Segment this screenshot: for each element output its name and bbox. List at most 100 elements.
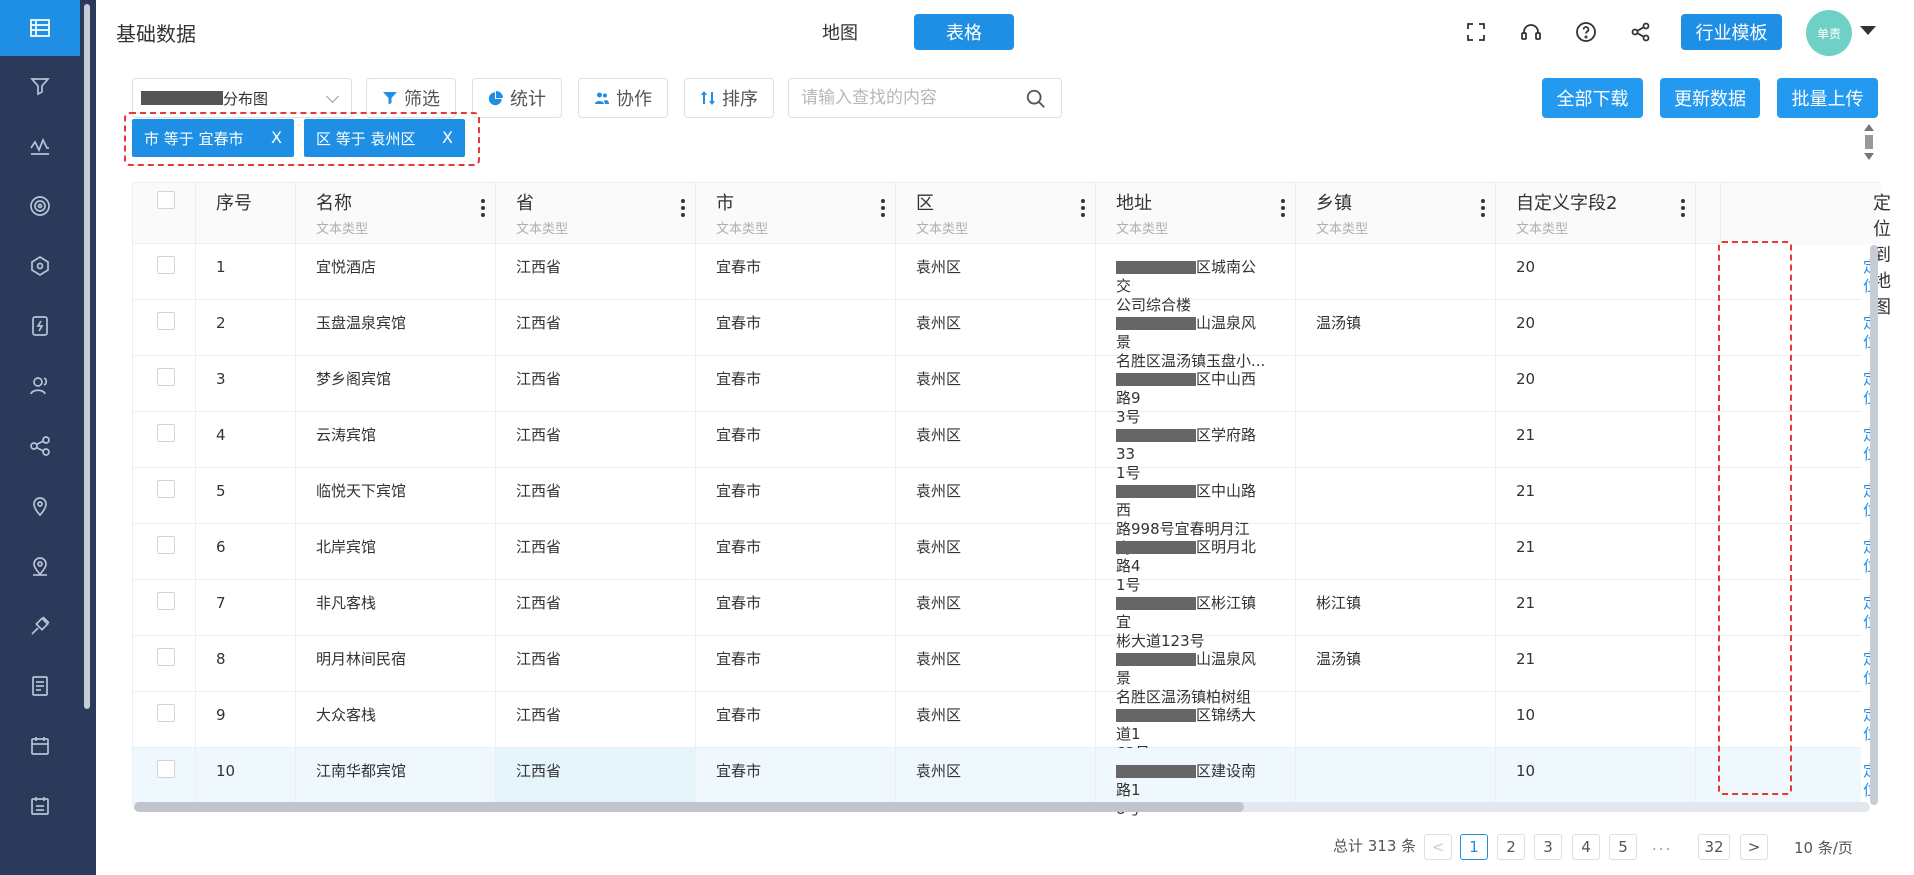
page-size-select[interactable]: 10 条/页 (1794, 837, 1853, 858)
toolbar-scrollbar[interactable] (1862, 122, 1876, 166)
update-data-button[interactable]: 更新数据 (1660, 78, 1760, 118)
share-icon[interactable] (1627, 18, 1655, 46)
more-vertical-icon[interactable] (881, 199, 885, 219)
pagination-ellipsis[interactable]: ... (1652, 836, 1672, 854)
collab-button[interactable]: 协作 (578, 78, 668, 118)
sidebar-item-power[interactable] (0, 298, 80, 354)
industry-template-button[interactable]: 行业模板 (1681, 14, 1782, 50)
cell-city: 宜春市 (696, 636, 896, 692)
table-row[interactable]: 7非凡客栈江西省宜春市袁州区区彬江镇宜彬大道123号彬江镇21定位 (133, 580, 1878, 650)
sidebar-item-location[interactable] (0, 538, 80, 594)
sort-button[interactable]: 排序 (684, 78, 774, 118)
stats-button[interactable]: 统计 (472, 78, 562, 118)
sidebar-item-document[interactable] (0, 658, 80, 714)
cell-town-text: 温汤镇 (1316, 650, 1362, 668)
table-row[interactable]: 8明月林间民宿江西省宜春市袁州区山温泉风景名胜区温汤镇柏树组1...温汤镇21定… (133, 636, 1878, 725)
sidebar-item-analysis[interactable] (0, 118, 80, 174)
column-header-address[interactable]: 地址 文本类型 (1096, 183, 1296, 245)
avatar[interactable]: 单责 (1806, 10, 1852, 56)
more-vertical-icon[interactable] (481, 199, 485, 219)
more-vertical-icon[interactable] (1081, 199, 1085, 219)
column-header-name[interactable]: 名称 文本类型 (296, 183, 496, 245)
table-row[interactable]: 5临悦天下宾馆江西省宜春市袁州区区中山路西路998号宜春明月江南...21定位 (133, 468, 1878, 557)
cell-custom2-text: 20 (1516, 258, 1536, 276)
sidebar-scrollbar[interactable] (84, 4, 90, 709)
headset-icon[interactable] (1517, 18, 1545, 46)
cell-name-text: 宜悦酒店 (316, 258, 377, 276)
total-count: 总计 313 条 (1333, 837, 1417, 855)
table-vertical-scrollbar[interactable] (1870, 245, 1878, 805)
more-vertical-icon[interactable] (1681, 199, 1685, 219)
scroll-up-icon[interactable] (1864, 124, 1874, 131)
table-row[interactable]: 3梦乡阁宾馆江西省宜春市袁州区区中山西路93号20定位 (133, 356, 1878, 426)
filter-tag-district[interactable]: 区 等于 袁州区 X (304, 119, 465, 157)
column-header-custom2[interactable]: 自定义字段2 文本类型 (1496, 183, 1696, 245)
column-header-no[interactable]: 序号 (196, 183, 296, 245)
row-checkbox[interactable] (157, 592, 175, 610)
scroll-down-icon[interactable] (1864, 153, 1874, 160)
row-checkbox[interactable] (157, 368, 175, 386)
table-row[interactable]: 2玉盘温泉宾馆江西省宜春市袁州区山温泉风景名胜区温汤镇玉盘小...温汤镇20定位 (133, 300, 1878, 370)
table-row[interactable]: 1宜悦酒店江西省宜春市袁州区区城南公交公司综合楼20定位 (133, 244, 1878, 314)
row-checkbox[interactable] (157, 256, 175, 274)
sidebar-item-list[interactable] (0, 778, 80, 834)
sidebar-item-share[interactable] (0, 418, 80, 474)
chevron-down-icon[interactable] (1860, 26, 1876, 35)
tab-table[interactable]: 表格 (914, 14, 1014, 50)
prev-page-button[interactable]: < (1424, 834, 1452, 860)
table-horizontal-scrollbar[interactable] (134, 802, 1870, 812)
table-row[interactable]: 10江南华都宾馆江西省宜春市袁州区区建设南路18号10定位 (133, 748, 1878, 818)
help-icon[interactable] (1572, 18, 1600, 46)
column-header-province[interactable]: 省 文本类型 (496, 183, 696, 245)
row-checkbox[interactable] (157, 760, 175, 778)
funnel-icon (383, 92, 397, 105)
table-row[interactable]: 4云涛宾馆江西省宜春市袁州区区学府路331号21定位 (133, 412, 1878, 482)
row-checkbox[interactable] (157, 480, 175, 498)
row-checkbox[interactable] (157, 704, 175, 722)
table-row[interactable]: 6北岸宾馆江西省宜春市袁州区区明月北路41号21定位 (133, 524, 1878, 594)
scroll-thumb[interactable] (134, 802, 1244, 812)
page-1-button[interactable]: 1 (1460, 834, 1488, 860)
sidebar-item-tools[interactable] (0, 598, 80, 654)
sidebar-item-compass[interactable] (0, 238, 80, 294)
column-header-district[interactable]: 区 文本类型 (896, 183, 1096, 245)
sidebar-item-target[interactable] (0, 178, 80, 234)
next-page-button[interactable]: > (1740, 834, 1768, 860)
row-checkbox[interactable] (157, 648, 175, 666)
page-4-button[interactable]: 4 (1572, 834, 1600, 860)
sidebar-item-data-table[interactable] (0, 0, 80, 56)
sidebar-item-location-search[interactable] (0, 478, 80, 534)
page-2-button[interactable]: 2 (1497, 834, 1525, 860)
close-icon[interactable]: X (271, 128, 282, 147)
search-icon[interactable] (1025, 88, 1047, 110)
search-field[interactable] (801, 88, 1011, 108)
close-icon[interactable]: X (442, 128, 453, 147)
last-page-button[interactable]: 32 (1698, 834, 1730, 860)
more-vertical-icon[interactable] (681, 199, 685, 219)
more-vertical-icon[interactable] (1481, 199, 1485, 219)
bulk-upload-button[interactable]: 批量上传 (1777, 78, 1878, 118)
page-3-button[interactable]: 3 (1534, 834, 1562, 860)
cell-custom2-text: 21 (1516, 426, 1536, 444)
download-all-button[interactable]: 全部下载 (1542, 78, 1643, 118)
cell-select (133, 748, 196, 804)
sidebar-item-filter[interactable] (0, 58, 80, 114)
select-all-checkbox[interactable] (157, 191, 175, 209)
column-header-city[interactable]: 市 文本类型 (696, 183, 896, 245)
table-row[interactable]: 9大众客栈江西省宜春市袁州区区锦绣大道162号10定位 (133, 692, 1878, 762)
scroll-thumb[interactable] (1865, 135, 1873, 149)
more-vertical-icon[interactable] (1281, 199, 1285, 219)
filter-tag-city[interactable]: 市 等于 宜春市 X (132, 119, 294, 157)
fullscreen-icon[interactable] (1462, 18, 1490, 46)
cell-custom2-text: 10 (1516, 762, 1536, 780)
column-header-town[interactable]: 乡镇 文本类型 (1296, 183, 1496, 245)
row-checkbox[interactable] (157, 312, 175, 330)
sidebar-item-calendar[interactable] (0, 718, 80, 774)
search-input[interactable] (788, 78, 1062, 118)
sidebar-item-users[interactable] (0, 358, 80, 414)
cell-province: 江西省 (496, 300, 696, 356)
tab-map[interactable]: 地图 (790, 14, 890, 50)
row-checkbox[interactable] (157, 536, 175, 554)
row-checkbox[interactable] (157, 424, 175, 442)
page-5-button[interactable]: 5 (1609, 834, 1637, 860)
